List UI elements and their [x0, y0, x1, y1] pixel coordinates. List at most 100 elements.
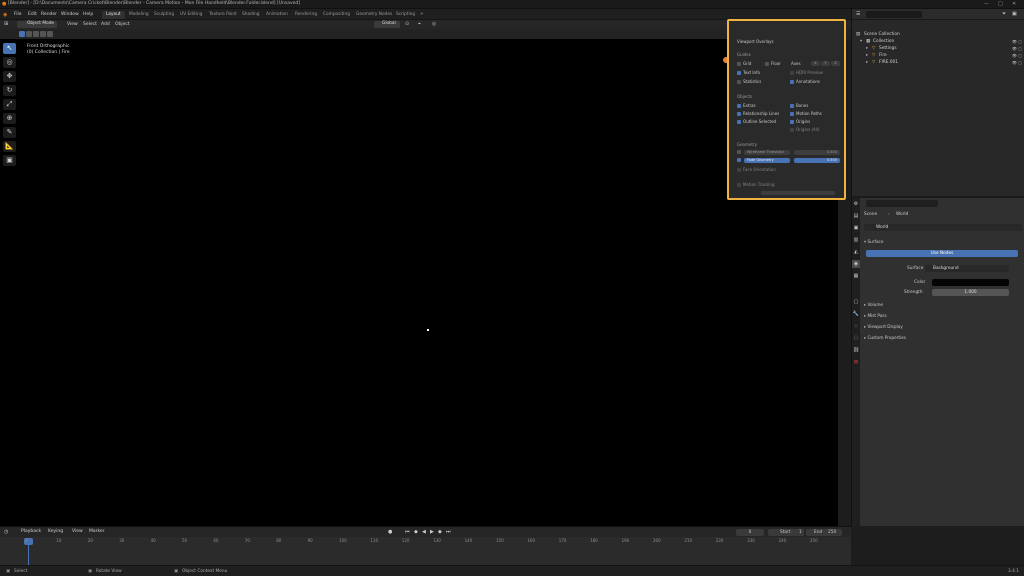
axis-z-toggle[interactable]: Z [831, 61, 840, 66]
outliner-row-fire-001[interactable]: ▸ ▽ FIRE.001 👁 ▢ [852, 59, 1024, 66]
select-mode-subtract-icon[interactable] [33, 31, 39, 37]
select-mode-new-icon[interactable] [19, 31, 25, 37]
relationship-lines-checkbox[interactable]: Relationship Lines [737, 111, 779, 116]
text-info-checkbox[interactable]: Text Info [737, 70, 760, 75]
rotate-tool-icon[interactable]: ↻ [3, 85, 16, 96]
properties-search-input[interactable] [866, 200, 938, 207]
cursor-tool-icon[interactable]: ◎ [3, 57, 16, 68]
custom-properties-panel-header[interactable]: ▸ Custom Properties [864, 335, 1024, 343]
workspace-tab-rendering[interactable]: Rendering [291, 11, 321, 19]
wireframe-check-box[interactable] [737, 150, 741, 154]
collection-expand-icon[interactable]: ▾ [860, 39, 862, 44]
floor-checkbox[interactable]: Floor [765, 61, 781, 66]
filter-icon[interactable]: ⏷ [1002, 11, 1006, 17]
surface-shader-field[interactable]: Background [925, 265, 1009, 272]
fade-geometry-check-box[interactable] [737, 158, 741, 162]
extras-checkbox[interactable]: Extras [737, 103, 756, 108]
pivot-point-icon[interactable]: ⊙ [405, 21, 409, 27]
constraints-tab-icon[interactable]: ⛓ [852, 346, 860, 354]
minimize-button[interactable]: — [984, 1, 989, 7]
timeline-menu-view[interactable]: View [72, 529, 83, 534]
maximize-button[interactable]: □ [998, 1, 1003, 7]
wireframe-threshold-field[interactable]: Wireframe Threshold [744, 150, 790, 155]
menu-edit[interactable]: Edit [28, 12, 37, 17]
outliner-row-collection[interactable]: ▾ ▦ Collection 👁 ▢ [852, 38, 1024, 45]
view-layer-tab-icon[interactable]: ▥ [852, 236, 860, 244]
next-keyframe-icon[interactable]: ◆ [438, 529, 442, 535]
physics-tab-icon[interactable]: ◌ [852, 334, 860, 342]
timeline-menu-playback[interactable]: Playback [21, 529, 41, 534]
settings-visibility-icon[interactable]: 👁 ▢ [1012, 46, 1022, 51]
3d-viewport[interactable]: Front Orthographic (0) Collection | Fire [0, 39, 838, 526]
annotate-tool-icon[interactable]: ✎ [3, 127, 16, 138]
add-cube-tool-icon[interactable]: ▣ [3, 155, 16, 166]
viewport-menu-object[interactable]: Object [115, 22, 130, 27]
start-frame-field[interactable]: Start 1 [768, 529, 804, 536]
workspace-tab-scripting[interactable]: Scripting [392, 11, 419, 19]
workspace-tab-texture-paint[interactable]: Texture Paint [205, 11, 241, 19]
menu-render[interactable]: Render [41, 12, 57, 17]
viewport-menu-add[interactable]: Add [101, 22, 110, 27]
record-icon[interactable]: ● [388, 529, 392, 535]
play-icon[interactable]: ▶ [430, 529, 434, 535]
axis-y-toggle[interactable]: Y [821, 61, 830, 66]
tool-tab-icon[interactable]: ⚙ [852, 200, 860, 208]
viewport-display-panel-header[interactable]: ▸ Viewport Display [864, 324, 1024, 332]
outline-selected-checkbox[interactable]: Outline Selected [737, 119, 776, 124]
outliner-editor-icon[interactable]: ☰ [856, 11, 860, 17]
collection-visibility-icon[interactable]: 👁 ▢ [1012, 39, 1022, 44]
output-tab-icon[interactable]: ▣ [852, 224, 860, 232]
hdri-preview-checkbox[interactable]: HDRI Preview [790, 70, 823, 75]
collection-tab-icon[interactable]: ▦ [852, 272, 860, 280]
modifier-tab-icon[interactable]: 🔧 [852, 310, 860, 318]
outliner-row-fire[interactable]: ▸ ▽ Fire 👁 ▢ [852, 52, 1024, 59]
world-tab-icon[interactable]: ◉ [852, 260, 860, 268]
motion-tracking-checkbox[interactable]: Motion Tracking [737, 182, 774, 187]
fire-expand-icon[interactable]: ▸ [866, 53, 868, 58]
measure-tool-icon[interactable]: 📐 [3, 141, 16, 152]
strength-field[interactable]: 1.000 [932, 289, 1009, 296]
workspace-tab-sculpting[interactable]: Sculpting [150, 11, 178, 19]
workspace-tab-layout[interactable]: Layout [102, 11, 125, 19]
transform-tool-icon[interactable]: ⊕ [3, 113, 16, 124]
menu-file[interactable]: File [14, 12, 22, 17]
close-button[interactable]: ✕ [1012, 1, 1016, 7]
annotations-checkbox[interactable]: Annotations [790, 79, 820, 84]
volume-panel-header[interactable]: ▸ Volume [864, 302, 1024, 310]
grid-checkbox[interactable]: Grid [737, 61, 751, 66]
play-reverse-icon[interactable]: ◀ [422, 529, 426, 535]
select-box-tool-icon[interactable]: ↖ [3, 43, 16, 54]
overlay-scrollbar[interactable] [761, 191, 835, 195]
render-tab-icon[interactable]: ▤ [852, 212, 860, 220]
previous-keyframe-icon[interactable]: ◆ [414, 529, 418, 535]
bones-checkbox[interactable]: Bones [790, 103, 808, 108]
statistics-checkbox[interactable]: Statistics [737, 79, 761, 84]
new-collection-icon[interactable]: ▣ [1012, 11, 1017, 17]
add-workspace-icon[interactable]: + [420, 12, 424, 17]
fire-001-expand-icon[interactable]: ▸ [866, 60, 868, 65]
snap-icon[interactable]: ⌖ [418, 21, 421, 27]
menu-window[interactable]: Window [61, 12, 79, 17]
origins-all-checkbox[interactable]: Origins (All) [790, 127, 820, 132]
timeline-menu-marker[interactable]: Marker [89, 529, 105, 534]
editor-type-icon[interactable]: ⊞ [4, 21, 8, 27]
surface-panel-header[interactable]: ▾ Surface [864, 239, 1024, 247]
workspace-tab-geometry-nodes[interactable]: Geometry Nodes [352, 11, 396, 19]
blender-menu-icon[interactable]: ◉ [3, 12, 7, 18]
workspace-tab-modeling[interactable]: Modeling [125, 11, 153, 19]
timeline-ruler[interactable]: 0 10 20 30 40 50 60 70 80 90 100 110 120 130 140 150 160… [0, 537, 851, 565]
use-nodes-button[interactable]: Use Nodes [866, 250, 1018, 257]
select-mode-intersect-icon[interactable] [47, 31, 53, 37]
select-mode-invert-icon[interactable] [40, 31, 46, 37]
face-orientation-checkbox[interactable]: Face Orientation [737, 167, 776, 172]
mist-pass-panel-header[interactable]: ▸ Mist Pass [864, 313, 1024, 321]
outliner-search-input[interactable] [866, 11, 922, 18]
workspace-tab-uv-editing[interactable]: UV Editing [176, 11, 206, 19]
outliner-row-settings[interactable]: ▸ ▽ Settings 👁 ▢ [852, 45, 1024, 52]
current-frame-field[interactable]: 0 [736, 529, 764, 536]
viewport-menu-view[interactable]: View [67, 22, 78, 27]
world-datablock-field[interactable]: World [864, 224, 1022, 231]
timeline-editor-icon[interactable]: ◷ [4, 529, 8, 535]
viewport-menu-select[interactable]: Select [83, 22, 97, 27]
end-frame-field[interactable]: End 250 [806, 529, 842, 536]
